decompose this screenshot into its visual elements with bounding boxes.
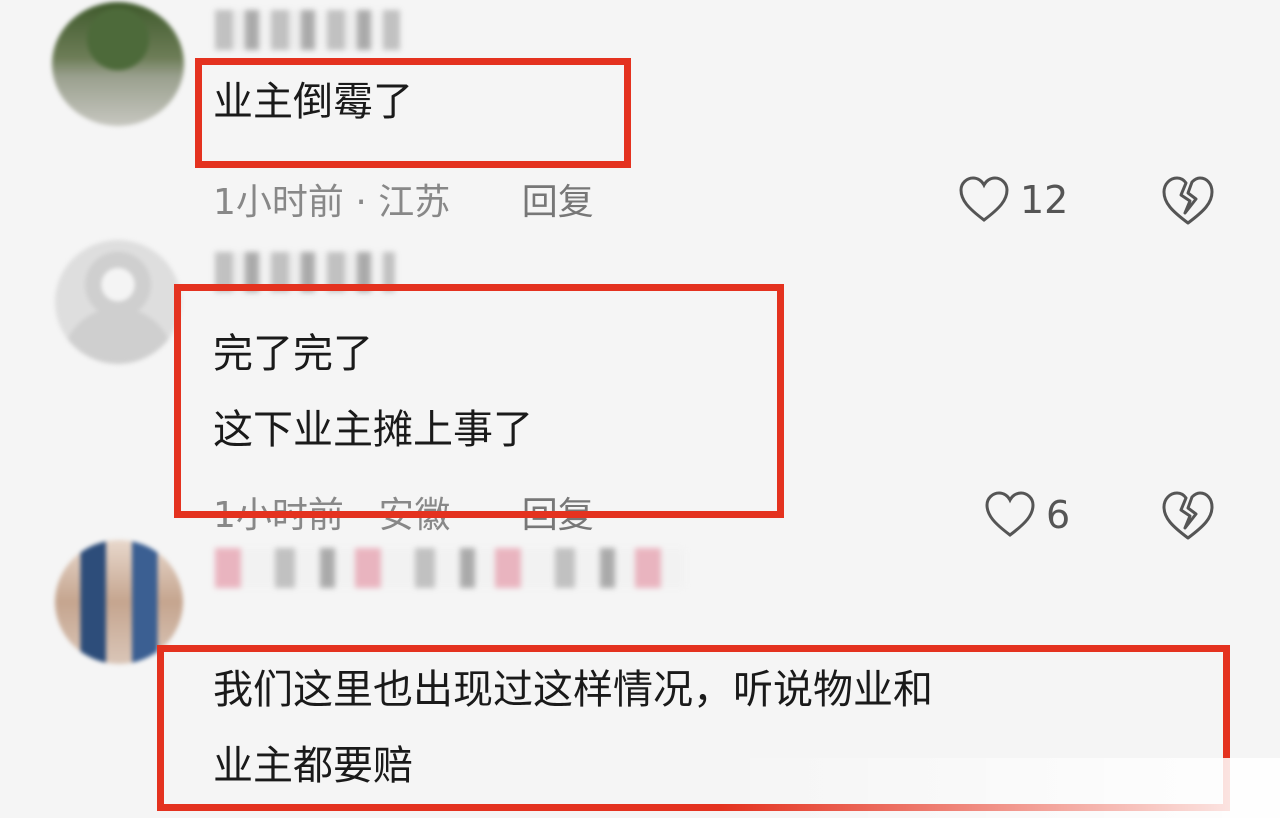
comment-text: 我们这里也出现过这样情况，听说物业和 bbox=[213, 667, 933, 713]
watermark-fade bbox=[720, 758, 1280, 818]
broken-heart-icon[interactable] bbox=[1160, 488, 1216, 544]
meta-separator: · bbox=[355, 182, 367, 223]
comment-time: 1小时前 bbox=[213, 495, 344, 536]
like-count: 6 bbox=[1046, 493, 1071, 537]
comment-location: 安徽 bbox=[378, 495, 451, 536]
reply-button[interactable]: 回复 bbox=[522, 495, 594, 536]
avatar[interactable] bbox=[55, 240, 181, 364]
username-blurred[interactable] bbox=[215, 10, 400, 50]
comment-meta: 1小时前 · 安徽 回复 bbox=[213, 494, 594, 538]
broken-heart-icon[interactable] bbox=[1160, 173, 1216, 229]
comment-text: 业主倒霉了 bbox=[213, 79, 413, 125]
comment-time: 1小时前 bbox=[213, 182, 344, 223]
comment-text: 业主都要赔 bbox=[213, 743, 413, 789]
comment-meta: 1小时前 · 江苏 回复 bbox=[213, 181, 594, 225]
avatar[interactable] bbox=[55, 540, 183, 664]
comment-location: 江苏 bbox=[378, 182, 451, 223]
heart-icon bbox=[985, 491, 1035, 537]
like-count: 12 bbox=[1020, 178, 1069, 222]
username-blurred[interactable] bbox=[215, 548, 685, 588]
meta-separator: · bbox=[355, 495, 367, 536]
comment-text: 这下业主摊上事了 bbox=[213, 407, 533, 453]
reply-button[interactable]: 回复 bbox=[522, 182, 594, 223]
avatar[interactable] bbox=[52, 2, 184, 126]
like-button[interactable]: 12 bbox=[958, 172, 1068, 228]
comment-text: 完了完了 bbox=[213, 331, 373, 377]
username-blurred[interactable] bbox=[215, 252, 395, 292]
like-button[interactable]: 6 bbox=[984, 487, 1070, 543]
heart-icon bbox=[959, 176, 1009, 222]
